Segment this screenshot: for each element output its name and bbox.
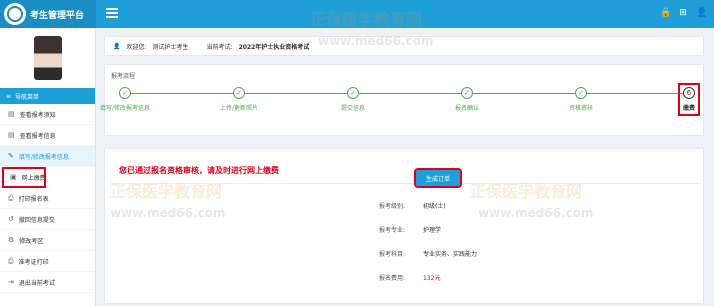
- process-step: ✓ 填写/修改报考信息: [100, 87, 150, 112]
- avatar: [33, 36, 62, 80]
- print-icon: ⎙: [8, 256, 14, 265]
- app-title: 考生管理平台: [30, 10, 85, 21]
- edit-icon: ✎: [8, 152, 14, 160]
- sidebar-item-print-form[interactable]: ⎙ 打印报名表: [0, 188, 95, 209]
- step-label: 资格审核: [568, 105, 594, 112]
- payment-card: 您已通过报名资格审核，请及时进行网上缴费 报考级别: 初级(士) 报考专业: 护…: [104, 148, 704, 304]
- step-label: 缴费: [682, 105, 696, 112]
- brand: 考生管理平台: [0, 0, 96, 28]
- exit-icon: ⇥: [8, 278, 14, 286]
- process-step: ✓ 报名确认: [455, 87, 479, 112]
- print-icon: ⎙: [8, 193, 14, 202]
- nav-list: ▤ 查看报考须知 ▤ 查看报考信息 ✎ 填写/修改报考信息 ▣ 网上缴费 ⎙ 打…: [0, 104, 95, 293]
- sidebar-item-admission-ticket[interactable]: ⎙ 准考证打印: [0, 251, 95, 272]
- sidebar-item-label: 撤回信息提交: [18, 216, 55, 224]
- sidebar-item-label: 退出当前考试: [18, 279, 55, 287]
- nav-header: ≡ 导航菜单: [0, 88, 95, 104]
- check-icon: ✓: [460, 87, 473, 99]
- nav-header-label: 导航菜单: [15, 93, 40, 101]
- process-step: ✓ 上传/更新照片: [220, 87, 258, 112]
- generate-order-button[interactable]: 生成订单: [414, 168, 462, 188]
- payment-icon: ▣: [10, 173, 17, 181]
- step-number: 6: [682, 87, 695, 99]
- process-step-current: 6 缴费: [677, 83, 701, 116]
- grid-icon[interactable]: ⊞: [678, 8, 688, 18]
- divider: [111, 183, 699, 184]
- field-value: 专业实务、实践能力: [423, 251, 478, 258]
- sidebar-item-payment[interactable]: ▣ 网上缴费: [2, 167, 46, 188]
- user-icon[interactable]: 👤: [696, 8, 707, 18]
- sidebar-item-label: 修改考区: [19, 237, 44, 245]
- settings-icon: ⚙: [8, 236, 15, 244]
- sidebar-item-label: 打印报名表: [18, 195, 49, 203]
- field-subjects: 报考科目: 专业实务、实践能力: [379, 249, 477, 258]
- step-label: 提交信息: [340, 105, 366, 112]
- top-bar: 考生管理平台 🔒 ⊞ 👤: [0, 0, 714, 28]
- field-label: 报考专业:: [379, 227, 406, 234]
- main-content: 👤 欢迎您: 测试护士考生 当前考试: 2022年护士执业资格考试 报考流程 ✓…: [96, 28, 714, 306]
- current-exam-label: 当前考试:: [206, 43, 233, 51]
- field-fee: 报名费用: 132元: [379, 273, 440, 282]
- lock-icon[interactable]: 🔒: [660, 8, 671, 18]
- menu-toggle-icon[interactable]: [106, 8, 118, 18]
- field-label: 报名费用:: [379, 275, 406, 282]
- sidebar-item-label: 网上缴费: [21, 174, 46, 182]
- top-icons: 🔒 ⊞ 👤: [660, 8, 707, 18]
- sidebar-item-withdraw[interactable]: ↺ 撤回信息提交: [0, 209, 95, 230]
- step-label: 报名确认: [454, 105, 480, 112]
- process-card: 报考流程 ✓ 填写/修改报考信息 ✓ 上传/更新照片 ✓ 提交信息 ✓ 报名确认…: [100, 64, 704, 136]
- field-label: 报考科目:: [379, 251, 406, 258]
- sidebar-item-label: 查看报考须知: [19, 111, 56, 119]
- field-label: 报考级别:: [379, 203, 406, 210]
- check-icon: ✓: [119, 87, 131, 99]
- sidebar: ≡ 导航菜单 ▤ 查看报考须知 ▤ 查看报考信息 ✎ 填写/修改报考信息 ▣ 网…: [0, 28, 96, 306]
- fee-value: 132元: [423, 275, 441, 282]
- process-line: [119, 93, 691, 94]
- check-icon: ✓: [233, 87, 245, 99]
- menu-icon: ≡: [6, 92, 12, 100]
- brand-logo: [4, 3, 26, 25]
- field-level: 报考级别: 初级(士): [379, 201, 446, 210]
- sidebar-item-change-area[interactable]: ⚙ 修改考区: [0, 230, 95, 251]
- sidebar-item-label: 准考证打印: [18, 258, 49, 266]
- sidebar-item-label: 查看报考信息: [19, 132, 56, 140]
- user-name: 测试护士考生: [152, 43, 189, 51]
- process-step: ✓ 资格审核: [569, 87, 593, 112]
- check-icon: ✓: [346, 87, 359, 99]
- sidebar-item-exit-exam[interactable]: ⇥ 退出当前考试: [0, 272, 95, 293]
- avatar-container: [0, 28, 95, 88]
- sidebar-item-label: 填写/修改报考信息: [18, 153, 69, 161]
- current-exam: 2022年护士执业资格考试: [238, 43, 310, 51]
- document-icon: ▤: [8, 131, 15, 139]
- process-step: ✓ 提交信息: [341, 87, 365, 112]
- step-label: 上传/更新照片: [219, 105, 259, 112]
- sidebar-item-view-notice[interactable]: ▤ 查看报考须知: [0, 104, 95, 125]
- step-label: 填写/修改报考信息: [99, 105, 151, 112]
- info-bar: 👤 欢迎您: 测试护士考生 当前考试: 2022年护士执业资格考试: [104, 36, 704, 56]
- sidebar-item-view-info[interactable]: ▤ 查看报考信息: [0, 125, 95, 146]
- welcome-label: 欢迎您:: [126, 43, 147, 51]
- field-value: 护理学: [423, 227, 442, 234]
- user-icon: 👤: [113, 42, 121, 50]
- sidebar-item-edit-info[interactable]: ✎ 填写/修改报考信息: [0, 146, 95, 167]
- check-icon: ✓: [574, 87, 587, 99]
- undo-icon: ↺: [8, 215, 14, 223]
- process-title: 报考流程: [111, 73, 136, 80]
- payment-notice: 您已通过报名资格审核，请及时进行网上缴费: [119, 166, 279, 175]
- field-major: 报考专业: 护理学: [379, 225, 441, 234]
- field-value: 初级(士): [423, 203, 446, 210]
- document-icon: ▤: [8, 110, 15, 118]
